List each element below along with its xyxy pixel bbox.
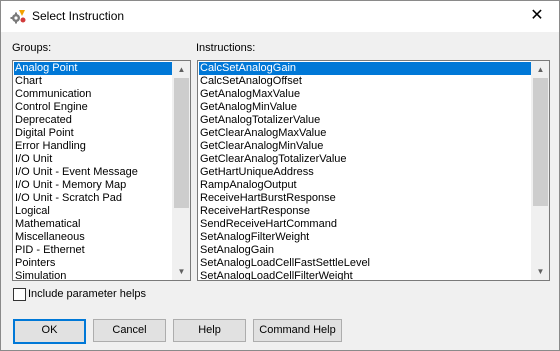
instruction-list-item[interactable]: GetAnalogMinValue	[199, 101, 531, 114]
group-list-item[interactable]: I/O Unit	[14, 153, 172, 166]
group-list-item[interactable]: Analog Point	[14, 62, 172, 75]
group-list-item[interactable]: Deprecated	[14, 114, 172, 127]
include-parameter-helps-checkbox[interactable]	[13, 288, 26, 301]
close-icon[interactable]: ✕	[515, 1, 559, 31]
scroll-thumb[interactable]	[174, 78, 189, 208]
scroll-up-icon[interactable]: ▲	[532, 61, 549, 78]
instructions-label: Instructions:	[196, 42, 256, 54]
instruction-list-item[interactable]: GetClearAnalogMaxValue	[199, 127, 531, 140]
instructions-scrollbar[interactable]: ▲ ▼	[531, 61, 549, 280]
instruction-list-item[interactable]: GetClearAnalogTotalizerValue	[199, 153, 531, 166]
group-list-item[interactable]: Mathematical	[14, 218, 172, 231]
help-button[interactable]: Help	[173, 319, 246, 342]
group-list-item[interactable]: I/O Unit - Event Message	[14, 166, 172, 179]
instruction-list-item[interactable]: CalcSetAnalogOffset	[199, 75, 531, 88]
group-list-item[interactable]: Chart	[14, 75, 172, 88]
cancel-button[interactable]: Cancel	[93, 319, 166, 342]
group-list-item[interactable]: Logical	[14, 205, 172, 218]
group-list-item[interactable]: Digital Point	[14, 127, 172, 140]
group-list-item[interactable]: Error Handling	[14, 140, 172, 153]
group-list-item[interactable]: I/O Unit - Memory Map	[14, 179, 172, 192]
scroll-down-icon[interactable]: ▼	[173, 263, 190, 280]
instruction-list-item[interactable]: SetAnalogFilterWeight	[199, 231, 531, 244]
instruction-list-item[interactable]: GetAnalogTotalizerValue	[199, 114, 531, 127]
include-parameter-helps-label: Include parameter helps	[28, 288, 147, 300]
app-gear-icon	[10, 8, 26, 24]
instruction-list-item[interactable]: GetAnalogMaxValue	[199, 88, 531, 101]
group-list-item[interactable]: Communication	[14, 88, 172, 101]
instructions-list: CalcSetAnalogGain CalcSetAnalogOffset GetA…	[199, 62, 531, 280]
title-bar: Select Instruction ✕	[1, 1, 559, 32]
instruction-list-item[interactable]: CalcSetAnalogGain	[199, 62, 531, 75]
instruction-list-item[interactable]: ReceiveHartBurstResponse	[199, 192, 531, 205]
select-instruction-dialog: Select Instruction ✕ Groups: Instruction…	[0, 0, 560, 351]
command-help-button[interactable]: Command Help	[253, 319, 342, 342]
scroll-thumb[interactable]	[533, 78, 548, 206]
instruction-list-item[interactable]: SendReceiveHartCommand	[199, 218, 531, 231]
scroll-down-icon[interactable]: ▼	[532, 263, 549, 280]
groups-list: Analog Point Chart Communication Control En…	[14, 62, 172, 280]
instruction-list-item[interactable]: GetHartUniqueAddress	[199, 166, 531, 179]
instruction-list-item[interactable]: RampAnalogOutput	[199, 179, 531, 192]
instructions-listbox[interactable]: CalcSetAnalogGain CalcSetAnalogOffset GetA…	[197, 60, 550, 281]
group-list-item[interactable]: PID - Ethernet	[14, 244, 172, 257]
groups-scrollbar[interactable]: ▲ ▼	[172, 61, 190, 280]
group-list-item[interactable]: Control Engine	[14, 101, 172, 114]
group-list-item[interactable]: Simulation	[14, 270, 172, 280]
instruction-list-item[interactable]: SetAnalogLoadCellFastSettleLevel	[199, 257, 531, 270]
group-list-item[interactable]: Miscellaneous	[14, 231, 172, 244]
instruction-list-item[interactable]: GetClearAnalogMinValue	[199, 140, 531, 153]
instruction-list-item[interactable]: ReceiveHartResponse	[199, 205, 531, 218]
groups-listbox[interactable]: Analog Point Chart Communication Control En…	[12, 60, 191, 281]
instruction-list-item[interactable]: SetAnalogLoadCellFilterWeight	[199, 270, 531, 280]
window-title: Select Instruction	[32, 9, 125, 23]
scroll-up-icon[interactable]: ▲	[173, 61, 190, 78]
group-list-item[interactable]: Pointers	[14, 257, 172, 270]
groups-label: Groups:	[12, 42, 52, 54]
group-list-item[interactable]: I/O Unit - Scratch Pad	[14, 192, 172, 205]
ok-button[interactable]: OK	[13, 319, 86, 344]
instruction-list-item[interactable]: SetAnalogGain	[199, 244, 531, 257]
